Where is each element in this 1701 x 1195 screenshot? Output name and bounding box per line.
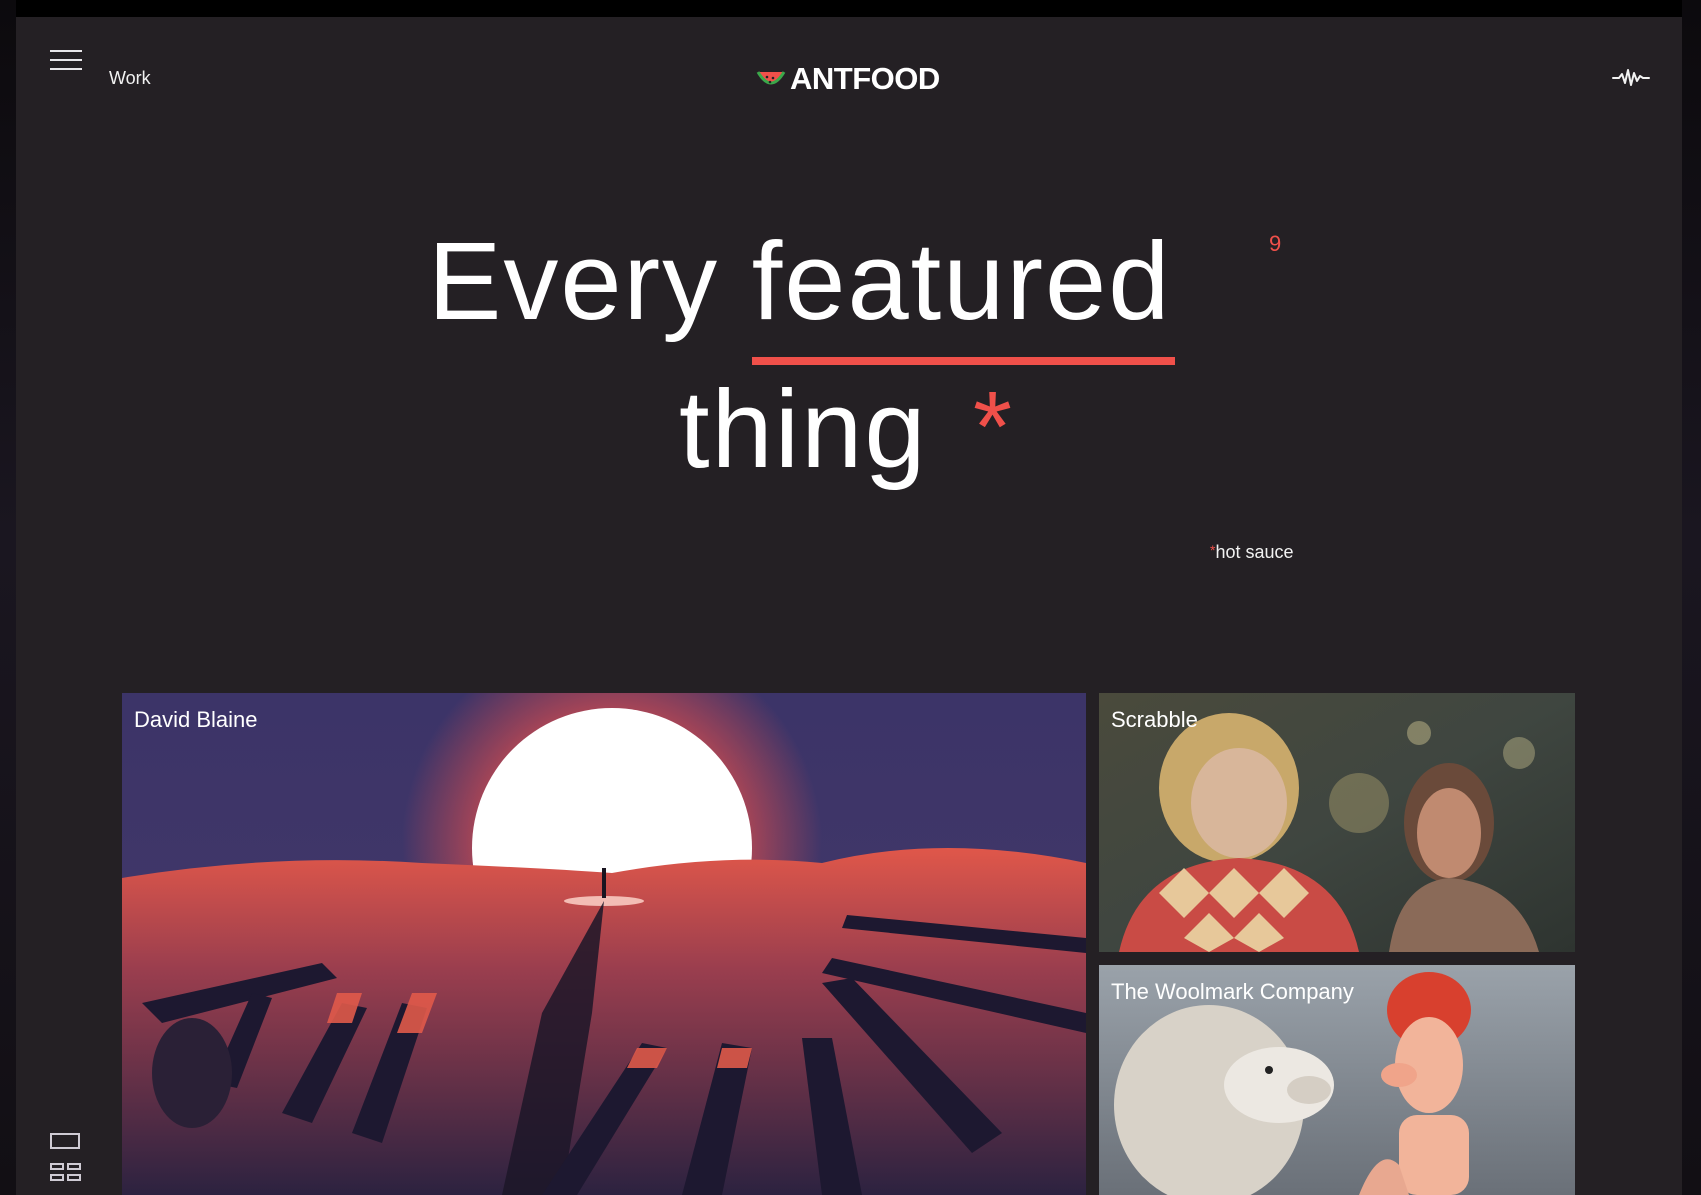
hero-heading-line1: Every featured [428,227,1176,365]
nav-work-link[interactable]: Work [109,68,151,89]
project-tile-woolmark[interactable]: The Woolmark Company [1099,965,1575,1195]
hero-word-every: Every [428,220,720,343]
project-tile-david-blaine[interactable]: David Blaine [122,693,1086,1195]
hero-heading-line2: thing [679,368,928,491]
featured-count: 9 [1269,231,1282,256]
window-edge-right [1682,0,1701,1195]
logo[interactable]: ANTFOOD [756,61,940,97]
project-tile-scrabble[interactable]: Scrabble [1099,693,1575,952]
tile-title: The Woolmark Company [1111,979,1354,1004]
window-edge-left [0,0,16,1195]
hero-footnote: *hot sauce [1210,542,1294,563]
watermelon-icon [756,71,786,85]
soundwave-icon[interactable] [1611,64,1651,92]
single-view-icon[interactable] [50,1133,80,1149]
footnote-text: hot sauce [1215,542,1294,562]
logo-text: ANTFOOD [790,61,940,96]
tile-title: David Blaine [134,707,258,732]
page: Work ANTFOOD Every featured 9 thing * *h… [16,17,1682,1195]
david-blaine-thumbnail [122,693,1086,1195]
tile-title: Scrabble [1111,707,1198,732]
grid-view-icon[interactable] [50,1163,82,1183]
hero-word-featured[interactable]: featured [751,227,1176,365]
hero-asterisk: * [973,371,1012,483]
hamburger-icon[interactable] [50,47,82,73]
